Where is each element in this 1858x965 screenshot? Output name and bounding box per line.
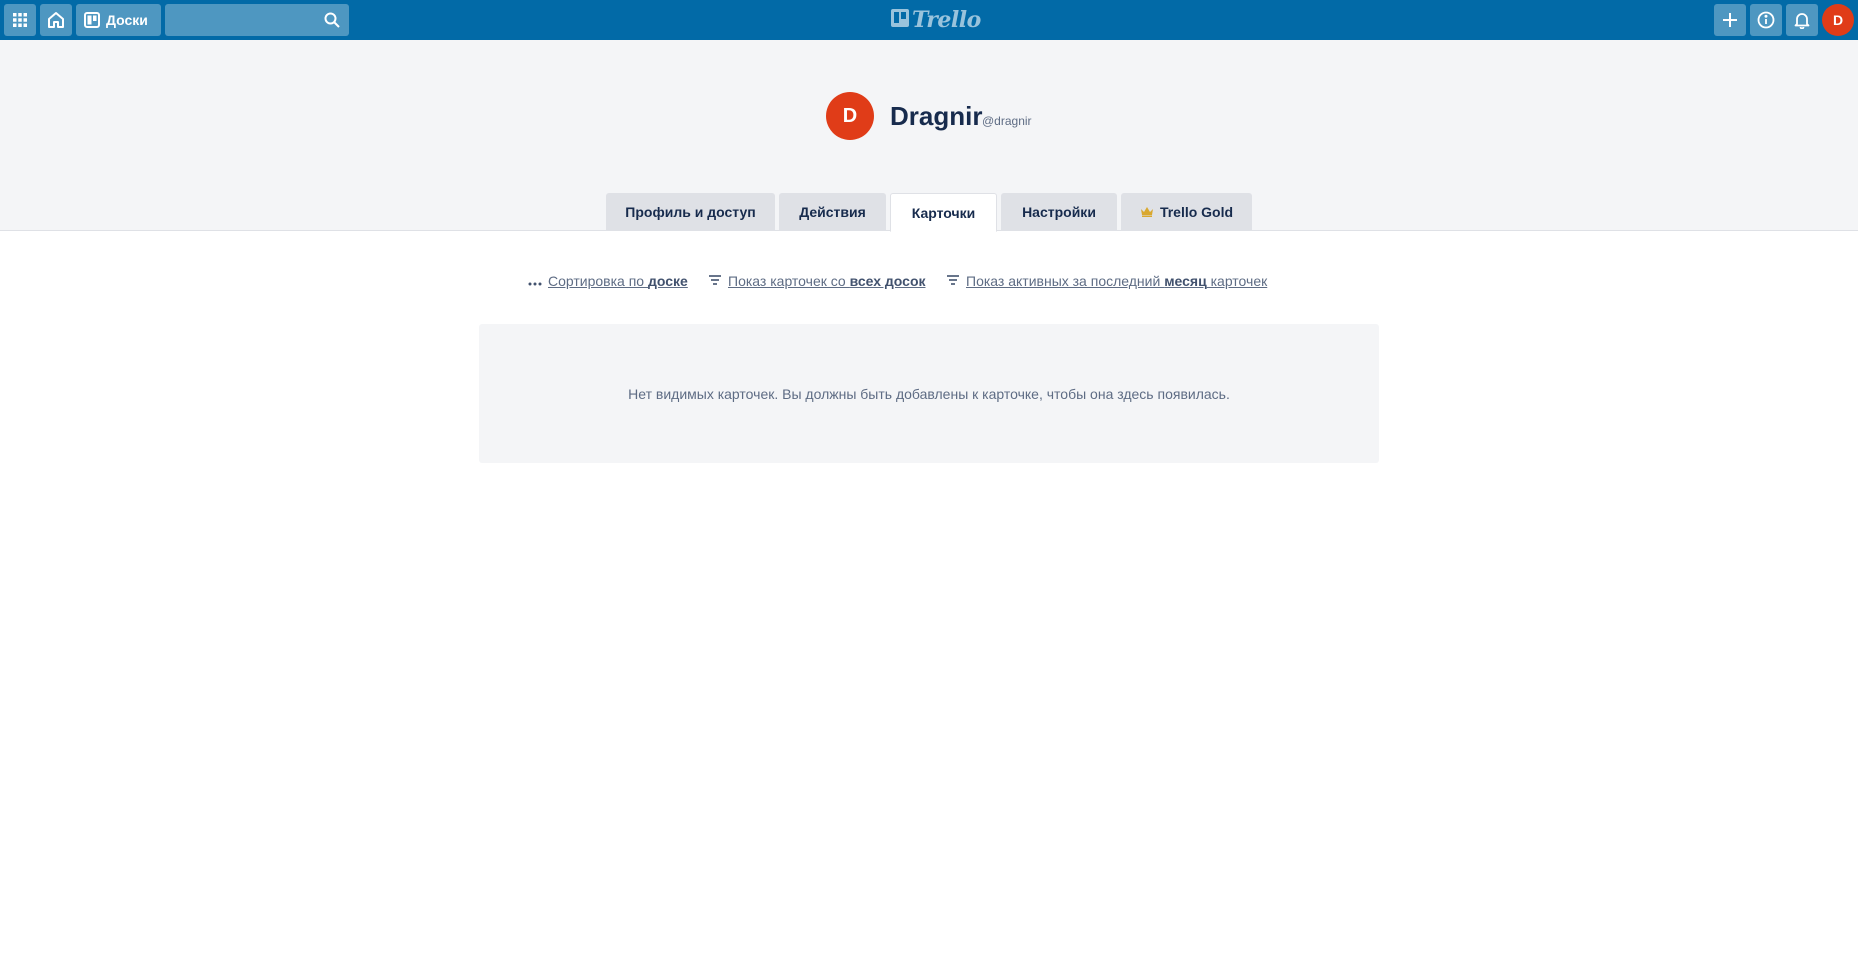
board-icon	[84, 12, 100, 28]
tab-settings[interactable]: Настройки	[1001, 193, 1117, 231]
tab-label: Профиль и доступ	[625, 204, 756, 220]
boards-value: всех досок	[849, 273, 926, 289]
home-button[interactable]	[40, 4, 72, 36]
more-dots-icon	[528, 273, 542, 289]
cards-filters: Сортировка по доске Показ карточек со вс…	[0, 273, 1858, 293]
empty-cards-message: Нет видимых карточек. Вы должны быть доб…	[628, 385, 1230, 402]
top-navigation-bar: Доски Trello D	[0, 0, 1858, 40]
apps-grid-icon	[12, 12, 28, 28]
boards-button[interactable]: Доски	[76, 4, 161, 36]
crown-icon	[1140, 204, 1154, 220]
info-button[interactable]	[1750, 4, 1782, 36]
search-box[interactable]	[165, 4, 349, 36]
home-icon	[47, 11, 65, 29]
activity-filter[interactable]: Показ активных за последний месяц карточ…	[946, 273, 1267, 289]
tab-trello-gold[interactable]: Trello Gold	[1121, 193, 1252, 231]
filter-icon	[708, 273, 722, 289]
tab-actions[interactable]: Действия	[779, 193, 886, 231]
boards-filter-text: Показ карточек со всех досок	[728, 273, 926, 289]
tab-cards[interactable]: Карточки	[890, 193, 997, 232]
member-avatar[interactable]: D	[1822, 4, 1854, 36]
create-button[interactable]	[1714, 4, 1746, 36]
boards-label: Доски	[106, 12, 148, 28]
trello-logo[interactable]: Trello	[891, 7, 981, 33]
profile-full-name: Dragnir	[890, 101, 983, 131]
search-input[interactable]	[165, 4, 315, 36]
activity-filter-text: Показ активных за последний месяц карточ…	[966, 273, 1267, 289]
filter-icon	[946, 273, 960, 289]
bell-icon	[1794, 11, 1810, 29]
trello-logo-text: Trello	[912, 7, 981, 33]
tab-label: Карточки	[911, 204, 976, 221]
activity-suffix: карточек	[1206, 273, 1268, 289]
profile-username: @dragnir	[982, 114, 1032, 128]
notifications-button[interactable]	[1786, 4, 1818, 36]
apps-button[interactable]	[4, 4, 36, 36]
info-icon	[1757, 11, 1775, 29]
sort-filter-text: Сортировка по доске	[548, 273, 688, 289]
tab-profile-access[interactable]: Профиль и доступ	[606, 193, 775, 231]
profile-avatar: D	[826, 92, 874, 140]
activity-prefix: Показ активных за последний	[966, 273, 1165, 289]
sort-value: доске	[647, 273, 688, 289]
search-icon[interactable]	[324, 12, 340, 33]
sort-prefix: Сортировка по	[548, 273, 648, 289]
activity-value: месяц	[1164, 273, 1207, 289]
tab-label: Настройки	[1022, 204, 1096, 220]
sort-filter[interactable]: Сортировка по доске	[528, 273, 688, 289]
boards-filter[interactable]: Показ карточек со всех досок	[708, 273, 926, 289]
tab-label: Trello Gold	[1159, 204, 1234, 220]
empty-cards-panel: Нет видимых карточек. Вы должны быть доб…	[479, 324, 1379, 463]
tab-label: Действия	[799, 204, 866, 220]
trello-logo-icon	[891, 7, 909, 33]
plus-icon	[1722, 12, 1738, 28]
boards-prefix: Показ карточек со	[728, 273, 850, 289]
